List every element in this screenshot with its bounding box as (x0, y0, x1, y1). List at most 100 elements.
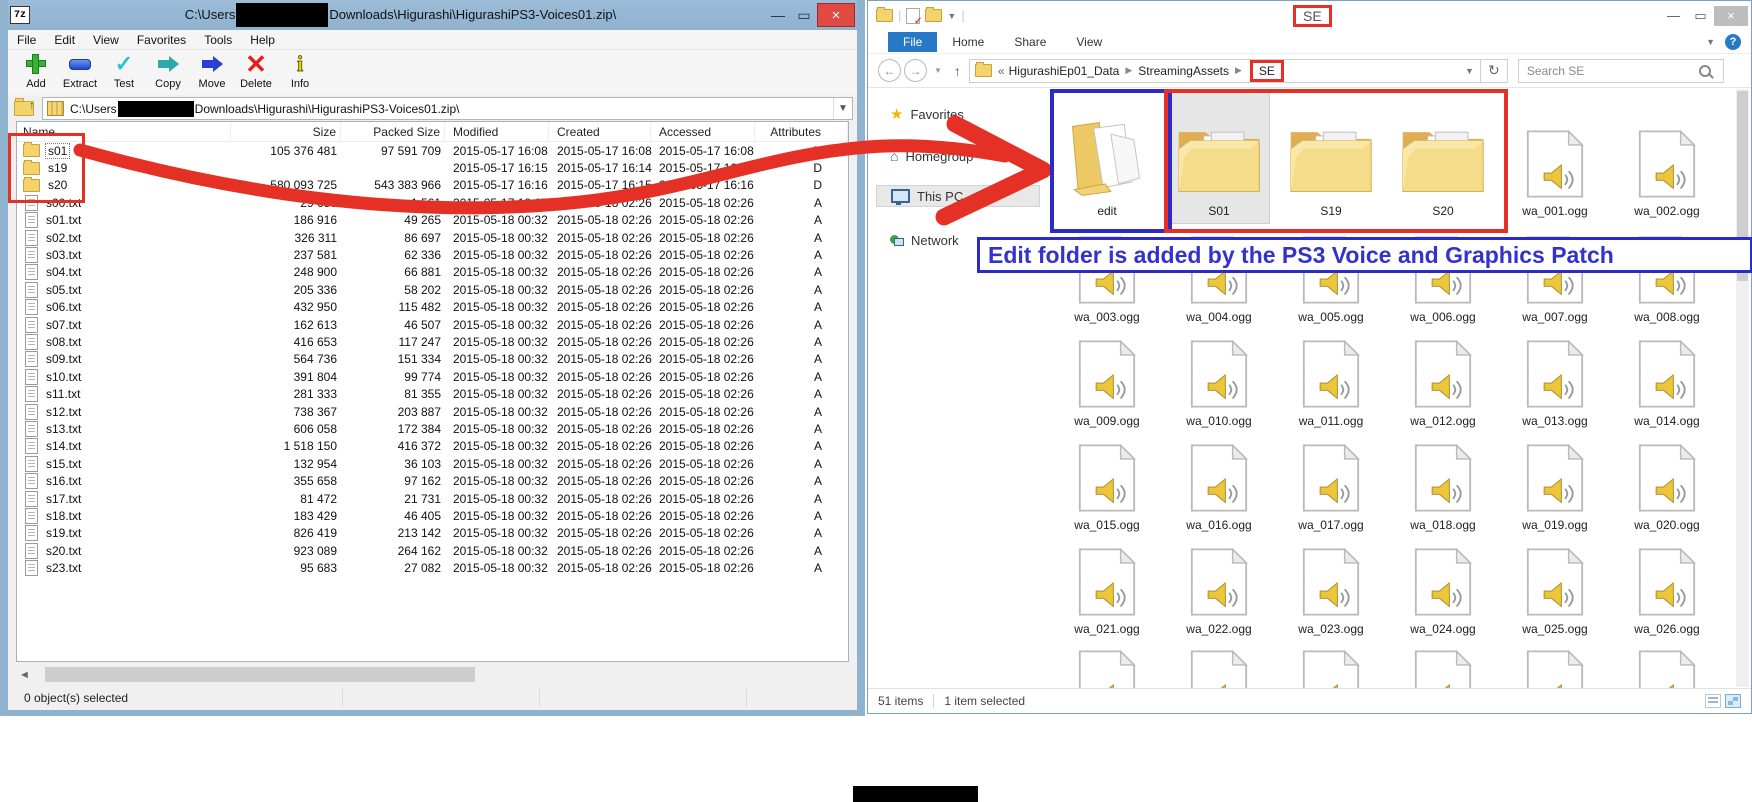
table-row[interactable]: s17.txt81 47221 7312015-05-18 00:322015-… (17, 490, 848, 507)
table-row[interactable]: s07.txt162 61346 5072015-05-18 00:322015… (17, 316, 848, 333)
archive-path-combobox[interactable]: C:\UsersDownloads\Higurashi\HigurashiPS3… (42, 97, 853, 120)
column-header-attributes[interactable]: Attributes (755, 122, 848, 141)
maximize-button[interactable]: ▭ (791, 4, 817, 26)
vertical-scrollbar[interactable] (1736, 89, 1749, 687)
column-header-name[interactable]: Name (17, 122, 231, 141)
search-input[interactable]: Search SE (1518, 59, 1724, 83)
sidebar-item-network[interactable]: Network (876, 229, 1040, 251)
file-tile[interactable]: wa_014.ogg (1617, 327, 1717, 431)
horizontal-scrollbar[interactable]: ◄ (16, 665, 849, 684)
file-tile[interactable]: wa_023.ogg (1281, 535, 1381, 639)
file-tile[interactable]: wa_012.ogg (1393, 327, 1493, 431)
file-tile[interactable]: wa_016.ogg (1169, 431, 1269, 535)
file-tile[interactable]: wa_015.ogg (1057, 431, 1157, 535)
table-row[interactable]: s18.txt183 42946 4052015-05-18 00:322015… (17, 507, 848, 524)
file-tile[interactable]: wa_008.ogg (1617, 223, 1717, 327)
file-tile[interactable]: wa_013.ogg (1505, 327, 1605, 431)
table-row[interactable]: s05.txt205 33658 2022015-05-18 00:322015… (17, 281, 848, 298)
close-button[interactable]: × (817, 3, 855, 27)
sidebar-item-this-pc[interactable]: This PC (876, 185, 1040, 207)
file-tile[interactable]: wa_007.ogg (1505, 223, 1605, 327)
table-row[interactable]: s15.txt132 95436 1032015-05-18 00:322015… (17, 455, 848, 472)
up-folder-icon[interactable] (14, 101, 34, 116)
breadcrumb-overflow[interactable]: « (998, 64, 1005, 78)
chevron-down-icon[interactable]: ▼ (947, 11, 956, 21)
scrollbar-thumb[interactable] (45, 667, 475, 682)
table-row[interactable]: s01105 376 48197 591 7092015-05-17 16:08… (17, 142, 848, 159)
breadcrumb-item[interactable]: StreamingAssets (1138, 64, 1229, 78)
table-row[interactable]: s12.txt738 367203 8872015-05-18 00:32201… (17, 403, 848, 420)
tab-share[interactable]: Share (999, 32, 1061, 52)
folder-tile[interactable]: S19 (1281, 89, 1381, 223)
info-button[interactable]: iInfo (278, 50, 322, 90)
breadcrumb-item[interactable]: HigurashiEp01_Data (1009, 64, 1120, 78)
folder-tile[interactable]: S20 (1393, 89, 1493, 223)
table-row[interactable]: s23.txt95 68327 0822015-05-18 00:322015-… (17, 559, 848, 576)
scrollbar-thumb[interactable] (1737, 91, 1748, 281)
file-tile[interactable]: wa_011.ogg (1281, 327, 1381, 431)
minimize-button[interactable]: — (765, 4, 791, 26)
file-tile[interactable]: wa_026.ogg (1617, 535, 1717, 639)
column-header-accessed[interactable]: Accessed (651, 122, 755, 141)
table-row[interactable]: s19.txt826 419213 1422015-05-18 00:32201… (17, 525, 848, 542)
help-icon[interactable]: ? (1725, 34, 1741, 50)
table-row[interactable]: s09.txt564 736151 3342015-05-18 00:32201… (17, 351, 848, 368)
tab-view[interactable]: View (1061, 32, 1117, 52)
up-button[interactable]: ↑ (954, 63, 961, 79)
sidebar-item-favorites[interactable]: ★Favorites (876, 103, 1040, 125)
menu-view[interactable]: View (84, 31, 128, 49)
column-header-size[interactable]: Size (231, 122, 341, 141)
folder-tile[interactable]: edit (1057, 89, 1157, 223)
close-button[interactable]: × (1714, 6, 1748, 26)
table-row[interactable]: s20.txt923 089264 1622015-05-18 00:32201… (17, 542, 848, 559)
scroll-left-arrow-icon[interactable]: ◄ (16, 669, 33, 681)
forward-button[interactable]: → (904, 59, 927, 82)
table-row[interactable]: s03.txt237 58162 3362015-05-18 00:322015… (17, 246, 848, 263)
file-tile[interactable]: wa_020.ogg (1617, 431, 1717, 535)
file-tile[interactable] (1169, 639, 1269, 689)
file-tile[interactable]: wa_005.ogg (1281, 223, 1381, 327)
table-row[interactable]: s14.txt1 518 150416 3722015-05-18 00:322… (17, 438, 848, 455)
file-tile[interactable]: wa_021.ogg (1057, 535, 1157, 639)
ribbon-collapse-icon[interactable]: ▼ (1706, 37, 1715, 47)
history-dropdown-icon[interactable]: ▼ (934, 66, 942, 75)
menu-favorites[interactable]: Favorites (128, 31, 195, 49)
file-tile[interactable]: wa_024.ogg (1393, 535, 1493, 639)
copy-button[interactable]: Copy (146, 50, 190, 90)
column-header-modified[interactable]: Modified (445, 122, 549, 141)
table-row[interactable]: s10.txt391 80499 7742015-05-18 00:322015… (17, 368, 848, 385)
extract-button[interactable]: Extract (58, 50, 102, 90)
file-tile[interactable] (1505, 639, 1605, 689)
table-row[interactable]: s192015-05-17 16:152015-05-17 16:142015-… (17, 159, 848, 176)
tab-home[interactable]: Home (937, 32, 999, 52)
minimize-button[interactable]: — (1660, 6, 1687, 26)
tab-file[interactable]: File (888, 32, 937, 52)
column-header-packed-size[interactable]: Packed Size (341, 122, 445, 141)
properties-icon[interactable] (906, 8, 920, 24)
chevron-down-icon[interactable]: ▼ (833, 98, 852, 119)
maximize-button[interactable]: ▭ (1687, 6, 1714, 26)
table-row[interactable]: s04.txt248 90066 8812015-05-18 00:322015… (17, 264, 848, 281)
file-tile[interactable]: wa_025.ogg (1505, 535, 1605, 639)
menu-help[interactable]: Help (241, 31, 284, 49)
file-tile[interactable]: wa_003.ogg (1057, 223, 1157, 327)
table-row[interactable]: s06.txt432 950115 4822015-05-18 00:32201… (17, 299, 848, 316)
large-icons-view-icon[interactable] (1725, 694, 1741, 708)
file-tile[interactable]: wa_002.ogg (1617, 89, 1717, 223)
file-tile[interactable]: wa_022.ogg (1169, 535, 1269, 639)
move-button[interactable]: Move (190, 50, 234, 90)
file-tile[interactable]: wa_019.ogg (1505, 431, 1605, 535)
test-button[interactable]: ✓Test (102, 50, 146, 90)
file-tile[interactable] (1057, 639, 1157, 689)
folder-tile[interactable]: S01 (1169, 89, 1269, 223)
table-row[interactable]: s13.txt606 058172 3842015-05-18 00:32201… (17, 420, 848, 437)
file-tile[interactable]: wa_004.ogg (1169, 223, 1269, 327)
add-button[interactable]: Add (14, 50, 58, 90)
details-view-icon[interactable] (1705, 694, 1721, 708)
file-tile[interactable] (1617, 639, 1717, 689)
file-tile[interactable]: wa_018.ogg (1393, 431, 1493, 535)
file-tile[interactable]: wa_017.ogg (1281, 431, 1381, 535)
file-tile[interactable] (1393, 639, 1493, 689)
address-dropdown-icon[interactable]: ▼ (1465, 66, 1474, 76)
menu-file[interactable]: File (8, 31, 45, 49)
